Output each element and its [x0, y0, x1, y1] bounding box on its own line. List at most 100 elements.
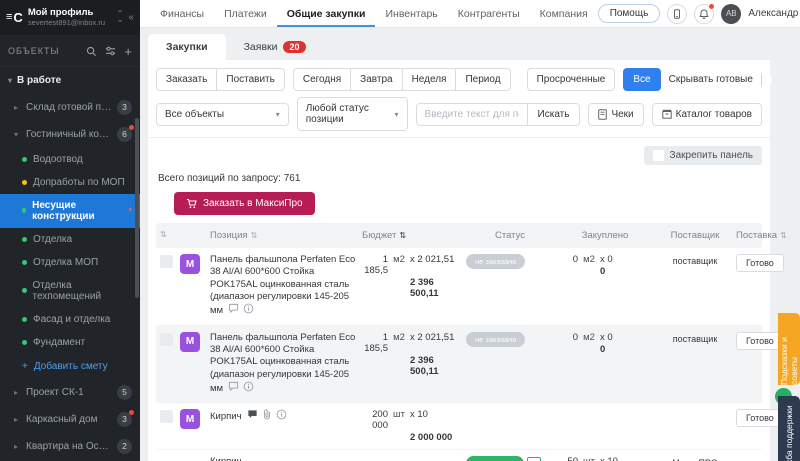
status-badge[interactable]: не заказано — [466, 332, 525, 347]
topnav-item[interactable]: Контрагенты — [448, 1, 530, 27]
today-button[interactable]: Сегодня — [293, 68, 350, 91]
order-button[interactable]: Заказать — [156, 68, 216, 91]
objects-select[interactable]: Все объекты▾ — [156, 103, 289, 126]
row-checkbox[interactable] — [160, 410, 173, 423]
row-icon-cell: M — [180, 332, 208, 352]
notifications-button[interactable] — [694, 4, 714, 24]
comment-icon[interactable] — [228, 303, 239, 318]
notification-dot — [708, 3, 715, 10]
hide-ready-toggle[interactable] — [761, 74, 762, 86]
row-checkbox[interactable] — [160, 255, 173, 268]
status-dot — [22, 340, 27, 345]
budget-cell: 1 185,5м2x 2 021,512 396 500,11 — [362, 332, 464, 377]
period-button[interactable]: Период — [455, 68, 510, 91]
status-badge[interactable]: не заказано — [466, 254, 525, 269]
info-icon[interactable] — [243, 381, 254, 396]
order-deliver-group: Заказать Поставить — [156, 68, 285, 91]
profile-switcher[interactable]: Мой профиль severtest891@inbox.ru — [28, 7, 112, 28]
top-navigation: ФинансыПлатежиОбщие закупкиИнвентарьКонт… — [140, 0, 800, 28]
toggle-knob — [762, 75, 772, 85]
receipt-icon — [598, 109, 607, 120]
row-checkbox[interactable] — [160, 333, 173, 346]
sidebar-item-estimate[interactable]: Допработы по МОП — [0, 171, 140, 194]
profile-updown-icon[interactable]: ⌃⌄ — [117, 11, 124, 24]
app-window: ≡C Мой профиль severtest891@inbox.ru ⌃⌄ … — [0, 0, 800, 461]
pin-panel-button[interactable]: Закрепить панель — [644, 146, 762, 165]
sidebar-collapse-icon[interactable]: « — [128, 12, 134, 23]
comment-icon[interactable] — [228, 381, 239, 396]
topnav-item[interactable]: Платежи — [214, 1, 277, 27]
sidebar-scrollbar[interactable] — [135, 118, 139, 298]
search-input[interactable] — [416, 103, 528, 126]
row-actions — [228, 381, 254, 396]
sidebar-item-estimate[interactable]: Несущие конструкции* — [0, 194, 140, 228]
tips-vertical-tab[interactable]: Подсказки и советы — [778, 313, 800, 385]
sidebar-item-object[interactable]: ▸Квартира на Остоженке2 — [0, 433, 140, 460]
row-select-cell — [160, 254, 178, 271]
sidebar-item-object[interactable]: ▸Каркасный дом3 — [0, 406, 140, 433]
status-cell: не заказано — [466, 254, 554, 269]
paperclip-icon[interactable] — [262, 409, 272, 424]
tab-requests[interactable]: Заявки 20 — [226, 34, 324, 60]
status-select[interactable]: Любой статус позиции▾ — [297, 97, 408, 131]
info-icon[interactable] — [276, 409, 287, 424]
chevron-right-icon: ▸ — [14, 415, 21, 424]
price-value: x 2 021,51 — [410, 332, 464, 354]
catalog-button[interactable]: Каталог товаров — [652, 103, 762, 126]
sidebar-item-object[interactable]: ▾Гостиничный комплекс6 — [0, 121, 140, 148]
sort-icon: ⇅ — [780, 231, 787, 240]
add-estimate-link[interactable]: +Добавить смету — [0, 354, 140, 379]
sidebar-item-estimate[interactable]: Отделка — [0, 228, 140, 251]
comment-filled-icon[interactable] — [247, 409, 258, 424]
search-button[interactable]: Искать — [528, 103, 581, 126]
col-position[interactable]: Позиция⇅ — [210, 230, 360, 241]
col-budget[interactable]: Бюджет⇅ — [362, 230, 464, 241]
ready-button[interactable]: Готово — [736, 254, 784, 272]
topnav-item[interactable]: Финансы — [150, 1, 214, 27]
avatar[interactable]: АВ — [721, 4, 741, 24]
deliver-button[interactable]: Поставить — [216, 68, 284, 91]
purchased-cell: 50 000штx 10500 000 — [556, 456, 654, 461]
sidebar-item-object[interactable]: ▸Склад готовой продукции, пгт3 — [0, 94, 140, 121]
phone-button[interactable] — [667, 4, 687, 24]
summary-line: Всего позиций по запросу: 761 — [156, 169, 762, 188]
status-dot — [22, 288, 27, 293]
overdue-button[interactable]: Просроченные — [527, 68, 616, 91]
topnav-item[interactable]: Общие закупки — [277, 1, 376, 27]
add-object-icon[interactable]: + — [124, 44, 132, 59]
sidebar-item-estimate[interactable]: Фундамент — [0, 331, 140, 354]
filter-sliders-icon[interactable] — [105, 46, 116, 57]
col-position-label: Позиция — [210, 230, 248, 241]
sidebar-item-estimate[interactable]: Отделка техпомещений — [0, 274, 140, 308]
col-delivery[interactable]: Поставка⇅ — [736, 230, 786, 241]
topnav-item[interactable]: Компания — [530, 1, 598, 27]
col-select[interactable]: ⇅ — [160, 230, 178, 239]
main-area: ФинансыПлатежиОбщие закупкиИнвентарьКонт… — [140, 0, 800, 461]
receipt-count-badge[interactable]: 1 — [527, 457, 541, 461]
all-filter-button[interactable]: Все — [623, 68, 660, 91]
sidebar-item-object[interactable]: ▸Проект СК-15 — [0, 379, 140, 406]
position-cell: Панель фальшпола Perfaten Eco 38 Al/Al 6… — [210, 254, 360, 319]
search-icon[interactable] — [86, 46, 97, 57]
info-icon[interactable] — [243, 303, 254, 318]
total-value: 0 — [600, 266, 654, 277]
sidebar-group-in-work[interactable]: ▾ В работе — [0, 67, 140, 94]
maxipro-order-button[interactable]: Заказать в МаксиПро — [174, 192, 315, 215]
week-button[interactable]: Неделя — [402, 68, 456, 91]
estimate-label: Отделка техпомещений — [33, 280, 133, 302]
sidebar-item-estimate[interactable]: Водоотвод — [0, 148, 140, 171]
help-button[interactable]: Помощь — [598, 4, 661, 23]
tab-purchases[interactable]: Закупки — [148, 34, 226, 60]
ready-button[interactable]: Готово — [736, 409, 784, 427]
topnav-item[interactable]: Инвентарь — [375, 1, 447, 27]
support-vertical-tab[interactable]: Служба поддержки — [778, 396, 800, 461]
sidebar-item-estimate[interactable]: Отделка МОП — [0, 251, 140, 274]
ready-button[interactable]: Готово — [736, 332, 784, 350]
toolbar-row-1: Заказать Поставить Сегодня Завтра Неделя… — [156, 68, 762, 91]
status-badge[interactable]: поставлено — [466, 456, 524, 461]
tomorrow-button[interactable]: Завтра — [350, 68, 401, 91]
estimate-label: Водоотвод — [33, 154, 83, 165]
app-logo-icon[interactable]: ≡C — [6, 10, 23, 25]
sidebar-item-estimate[interactable]: Фасад и отделка — [0, 308, 140, 331]
checks-button[interactable]: Чеки — [588, 103, 643, 126]
